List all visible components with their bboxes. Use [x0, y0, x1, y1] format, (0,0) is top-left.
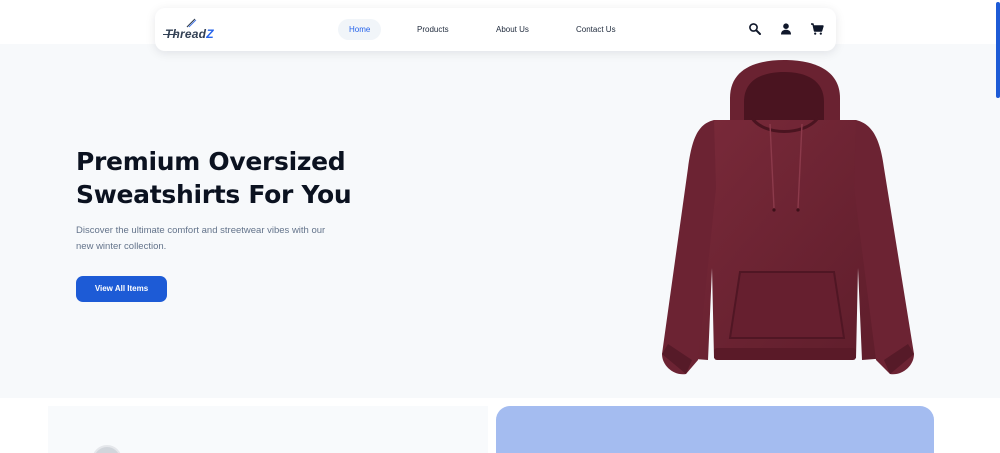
nav-link-about-us[interactable]: About Us — [485, 19, 540, 40]
cart-icon[interactable] — [810, 22, 824, 36]
hero-title: Premium Oversized Sweatshirts For You — [76, 145, 396, 211]
nav-links: Home Products About Us Contact Us — [155, 8, 836, 51]
scrollbar-thumb[interactable] — [996, 2, 1000, 98]
search-icon[interactable] — [748, 22, 762, 36]
navbar: ThreadZ Home Products About Us Contact U… — [155, 8, 836, 51]
page-scrollbar[interactable] — [996, 0, 1000, 453]
reviewer-name-placeholder — [136, 448, 216, 453]
nav-link-contact-us[interactable]: Contact Us — [565, 19, 627, 40]
user-icon[interactable] — [779, 22, 793, 36]
hero-title-line-1: Premium Oversized — [76, 147, 346, 176]
feature-panel — [496, 406, 934, 453]
hero-subtitle: Discover the ultimate comfort and street… — [76, 225, 326, 252]
view-all-items-button[interactable]: View All Items — [76, 276, 167, 302]
hero-title-line-2: Sweatshirts For You — [76, 180, 352, 209]
nav-link-products[interactable]: Products — [406, 19, 460, 40]
nav-link-home[interactable]: Home — [338, 19, 382, 40]
hoodie-product-image — [662, 60, 914, 375]
